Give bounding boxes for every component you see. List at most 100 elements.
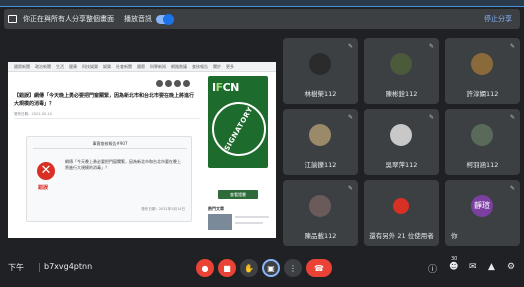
participant-name: 林樹榮112 <box>304 90 337 98</box>
chat-button[interactable]: ✉ <box>469 262 477 272</box>
mic-off-icon: ✎ <box>428 114 434 121</box>
meeting-code: b7xvg4ptnn <box>44 262 93 271</box>
divider <box>14 118 200 119</box>
participant-tile[interactable]: ✎ 林樹榮112 <box>283 38 358 104</box>
host-controls-icon: ⚙ <box>507 262 516 272</box>
related-title: 熱門文章 <box>208 206 224 211</box>
sidebar: IFCN SIGNATORY 查看證書 熱門文章 <box>208 76 272 236</box>
screen-share-icon <box>8 15 17 23</box>
leave-call-button[interactable]: ☎ <box>306 259 332 277</box>
nav-item: 國際 <box>137 63 145 69</box>
participant-tile[interactable]: ✎ 柯羽涵112 <box>445 109 520 175</box>
false-verdict-icon: ✕ <box>37 162 55 180</box>
stop-sharing-button[interactable]: 停止分享 <box>484 14 512 24</box>
avatar <box>393 198 409 214</box>
site-nav: 國際新聞 政治新聞 生活 健康 科技娛樂 娛樂 社會新聞 國際 科學新知 網路熱… <box>8 62 276 72</box>
participant-tile[interactable]: ✎ 吳翠萍112 <box>364 109 439 175</box>
meeting-controls-bar: 下午 b7xvg4ptnn ● ■ ✋ ▣ ⋮ ☎ ⓘ ☻ 30 ✉ ▲ ⚙ <box>0 250 524 287</box>
participant-name: 吳翠萍112 <box>385 161 418 169</box>
people-button[interactable]: ☻ <box>449 262 458 272</box>
article-date: 發布日期：2021-05-14 <box>14 112 52 116</box>
share-icon <box>156 80 163 87</box>
play-audio-toggle[interactable] <box>156 13 174 25</box>
present-icon: ▣ <box>267 263 275 273</box>
article-headline: 【錯誤】網傳「今天晚上勇必要把門窗關緊，因為新北市和台北市要在晚上將進行大規模的… <box>14 93 195 107</box>
participant-tile[interactable]: ✎ 江諭鑠112 <box>283 109 358 175</box>
participant-name: 你 <box>451 232 458 240</box>
participant-name: 江諭鑠112 <box>304 161 337 169</box>
host-controls-button[interactable]: ⚙ <box>507 262 515 272</box>
screen-share-bar: 你正在與所有人分享整個畫面 播放音訊 停止分享 <box>4 9 520 29</box>
nav-item: 國際新聞 <box>14 63 30 69</box>
participant-tile[interactable]: ✎ 陳品載112 <box>283 180 358 246</box>
nav-item: 關於 <box>213 63 221 69</box>
verdict-label: 錯誤 <box>38 185 49 191</box>
activities-button[interactable]: ▲ <box>488 262 495 272</box>
mic-toggle-button[interactable]: ● <box>196 259 214 277</box>
more-icon: ⋮ <box>289 263 297 273</box>
raise-hand-icon: ✋ <box>244 263 254 273</box>
share-icon <box>174 80 181 87</box>
nav-item: 政治新聞 <box>35 63 51 69</box>
mic-off-icon: ● <box>201 263 209 273</box>
mic-off-icon: ✎ <box>347 185 353 192</box>
nav-item: 娛樂 <box>103 63 111 69</box>
camera-off-icon: ■ <box>223 263 231 273</box>
ifcn-signatory-badge: IFCN SIGNATORY <box>208 76 268 168</box>
avatar <box>471 124 493 146</box>
mic-off-icon: ✎ <box>347 43 353 50</box>
nav-item: 更多 <box>226 63 234 69</box>
related-thumbnail[interactable] <box>208 214 232 230</box>
nav-item: 查核報告 <box>192 63 208 69</box>
share-icon <box>165 80 172 87</box>
raise-hand-button[interactable]: ✋ <box>240 259 258 277</box>
view-certificate-button[interactable]: 查看證書 <box>218 190 258 199</box>
avatar <box>390 53 412 75</box>
related-text-line <box>235 222 263 224</box>
avatar <box>309 53 331 75</box>
fact-check-card: 事實查核報告#907 ✕ 錯誤 網傳「今天晚上勇必要把門窗關緊，因為新北市和台北… <box>26 136 192 222</box>
mic-off-icon: ✎ <box>509 185 515 192</box>
signatory-seal: SIGNATORY <box>212 102 266 156</box>
avatar <box>390 124 412 146</box>
avatar <box>309 195 331 217</box>
end-call-icon: ☎ <box>314 263 324 273</box>
share-icon <box>183 80 190 87</box>
more-participants-label: 還有另外 21 位使用者 <box>369 232 434 240</box>
card-title: 事實查核報告#907 <box>92 141 128 146</box>
nav-item: 健康 <box>69 63 77 69</box>
mic-off-icon: ✎ <box>428 43 434 50</box>
related-text-line <box>235 216 269 218</box>
nav-item: 科技娛樂 <box>82 63 98 69</box>
activities-icon: ▲ <box>488 262 495 272</box>
nav-item: 生活 <box>56 63 64 69</box>
meeting-time: 下午 <box>8 263 24 272</box>
people-icon: ☻ <box>449 262 459 272</box>
participant-tile[interactable]: ✎ 陳彬銓112 <box>364 38 439 104</box>
nav-item: 科學新知 <box>150 63 166 69</box>
participant-name: 陳彬銓112 <box>385 90 418 98</box>
share-status-text: 你正在與所有人分享整個畫面 <box>23 15 114 23</box>
info-icon: ⓘ <box>428 265 438 275</box>
meet-window: 你正在與所有人分享整個畫面 播放音訊 停止分享 國際新聞 政治新聞 生活 健康 … <box>0 0 524 287</box>
participant-count-badge: 30 <box>451 256 458 262</box>
divider <box>33 148 187 149</box>
more-options-button[interactable]: ⋮ <box>284 259 302 277</box>
nav-item: 社會新聞 <box>116 63 132 69</box>
participant-name: 許淳嫻112 <box>466 90 499 98</box>
camera-toggle-button[interactable]: ■ <box>218 259 236 277</box>
mic-off-icon: ✎ <box>509 114 515 121</box>
ifcn-logo: IFCN <box>212 81 239 94</box>
play-audio-label: 播放音訊 <box>124 15 152 23</box>
avatar <box>471 53 493 75</box>
more-participants-tile[interactable]: 還有另外 21 位使用者 <box>364 180 439 246</box>
self-tile[interactable]: ✎ 靜瑄 你 <box>445 180 520 246</box>
mic-off-icon: ✎ <box>509 43 515 50</box>
meeting-details-button[interactable]: ⓘ <box>428 262 437 275</box>
mic-off-icon: ✎ <box>347 114 353 121</box>
participant-name: 陳品載112 <box>304 232 337 240</box>
participant-tile[interactable]: ✎ 許淳嫻112 <box>445 38 520 104</box>
shared-screen: 國際新聞 政治新聞 生活 健康 科技娛樂 娛樂 社會新聞 國際 科學新知 網路熱… <box>8 62 276 238</box>
chat-icon: ✉ <box>469 262 477 272</box>
present-button[interactable]: ▣ <box>262 259 280 277</box>
